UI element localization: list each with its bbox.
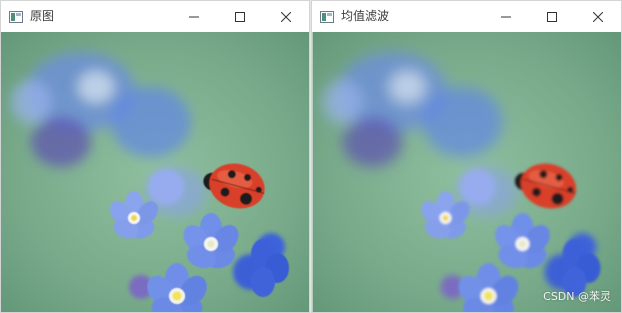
window-title: 原图 xyxy=(30,9,55,23)
minimize-button[interactable] xyxy=(483,1,529,32)
maximize-button[interactable] xyxy=(217,1,263,32)
app-icon xyxy=(320,10,334,23)
close-icon xyxy=(281,11,291,22)
window-title: 均值滤波 xyxy=(341,9,390,23)
titlebar[interactable]: 原图 xyxy=(1,1,309,32)
maximize-icon xyxy=(547,11,557,22)
image-viewport xyxy=(1,32,309,312)
minimize-icon xyxy=(189,16,199,17)
window-mean-filter[interactable]: 均值滤波 CSDN @苯灵 xyxy=(311,0,622,313)
photo-original xyxy=(1,32,309,312)
app-icon xyxy=(9,10,23,23)
photo-mean-filtered xyxy=(312,32,621,312)
window-original[interactable]: 原图 xyxy=(0,0,310,313)
desktop: 原图 均值滤波 CSDN @苯灵 xyxy=(0,0,622,313)
maximize-button[interactable] xyxy=(529,1,575,32)
close-icon xyxy=(593,11,603,22)
window-controls xyxy=(171,1,309,32)
minimize-icon xyxy=(501,16,511,17)
maximize-icon xyxy=(235,11,245,22)
close-button[interactable] xyxy=(575,1,621,32)
image-viewport: CSDN @苯灵 xyxy=(312,32,621,312)
watermark: CSDN @苯灵 xyxy=(543,290,611,303)
window-controls xyxy=(483,1,621,32)
titlebar[interactable]: 均值滤波 xyxy=(312,1,621,32)
close-button[interactable] xyxy=(263,1,309,32)
minimize-button[interactable] xyxy=(171,1,217,32)
